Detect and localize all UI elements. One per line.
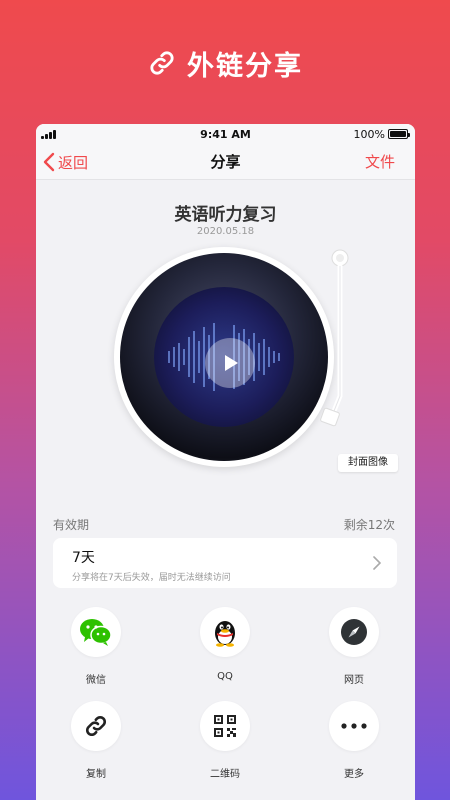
validity-selector[interactable]: 7天 分享将在7天后失效，届时无法继续访问	[53, 538, 397, 588]
promo-header: 外链分享	[0, 38, 450, 88]
share-wechat[interactable]: 微信	[56, 607, 136, 686]
share-label: 二维码	[210, 769, 240, 780]
share-more[interactable]: 更多	[314, 701, 394, 780]
link-icon	[147, 48, 177, 78]
remaining-count: 剩余12次	[343, 518, 395, 532]
share-qr-code[interactable]: 二维码	[185, 701, 265, 780]
share-qq[interactable]: QQ	[185, 607, 265, 682]
file-button[interactable]: 文件	[365, 144, 395, 180]
validity-description: 分享将在7天后失效，届时无法继续访问	[72, 573, 231, 583]
nav-bar: 返回 分享 文件	[36, 144, 415, 180]
vinyl-record	[114, 247, 334, 467]
validity-value: 7天	[72, 550, 95, 566]
share-label: 微信	[86, 675, 106, 686]
qr-code-icon	[214, 715, 236, 737]
nav-title: 分享	[210, 153, 241, 171]
recording-date: 2020.05.18	[196, 226, 255, 237]
link-icon	[85, 715, 107, 737]
battery-icon	[388, 129, 410, 139]
recording-title: 英语听力复习	[174, 205, 277, 225]
share-copy-link[interactable]: 复制	[56, 701, 136, 780]
promo-title: 外链分享	[187, 50, 303, 82]
share-web[interactable]: 网页	[314, 607, 394, 686]
battery-percent: 100%	[353, 128, 385, 141]
status-bar: 9:41 AM 100%	[36, 124, 415, 144]
share-label: 更多	[344, 769, 364, 780]
share-label: QQ	[217, 671, 233, 682]
wechat-icon	[80, 619, 112, 646]
share-label: 复制	[86, 769, 106, 780]
play-button[interactable]	[205, 338, 255, 388]
play-icon	[225, 355, 238, 371]
tonearm	[320, 249, 349, 427]
compass-icon	[341, 619, 367, 645]
chevron-right-icon	[373, 556, 381, 570]
cover-image-button[interactable]: 封面图像	[338, 454, 398, 472]
validity-label: 有效期	[53, 518, 90, 532]
phone-screen: 9:41 AM 100% 返回 分享 文件 英语听力复习 2020.05.18	[36, 124, 415, 800]
more-dots-icon	[341, 723, 367, 729]
qq-penguin-icon	[215, 621, 235, 647]
share-label: 网页	[344, 675, 364, 686]
